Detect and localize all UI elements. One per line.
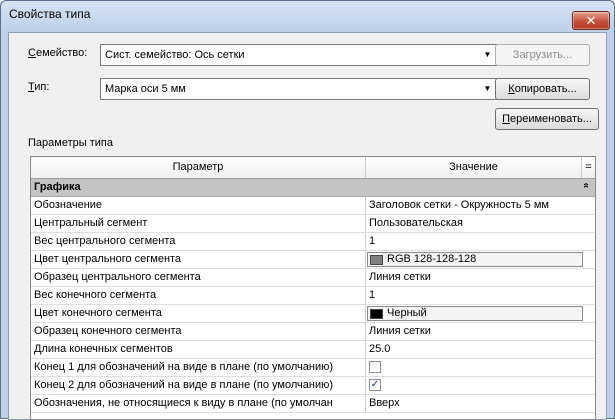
- type-properties-dialog: Свойства типа ✕ Семейство: Сист. семейст…: [0, 0, 615, 420]
- type-parameters-title: Параметры типа: [28, 137, 113, 149]
- color-button[interactable]: Черный: [367, 306, 583, 321]
- table-row[interactable]: Конец 1 для обозначений на виде в плане …: [31, 359, 595, 377]
- chevron-down-icon: ▼: [483, 50, 492, 59]
- end2-checkbox[interactable]: ✓: [369, 379, 381, 391]
- param-value[interactable]: Заголовок сетки - Окружность 5 мм: [366, 197, 595, 214]
- end1-checkbox[interactable]: [369, 361, 381, 373]
- table-row[interactable]: Конец 2 для обозначений на виде в плане …: [31, 377, 595, 395]
- table-row[interactable]: Образец конечного сегмента Линия сетки: [31, 323, 595, 341]
- parameters-grid: Параметр Значение = Графика » Обозначени…: [30, 156, 596, 420]
- param-value[interactable]: ✓: [366, 377, 595, 394]
- param-name: Образец центрального сегмента: [31, 269, 366, 286]
- param-name: Конец 2 для обозначений на виде в плане …: [31, 377, 366, 394]
- family-dropdown[interactable]: Сист. семейство: Ось сетки ▼: [100, 44, 497, 66]
- param-value[interactable]: 1: [366, 287, 595, 304]
- type-dropdown[interactable]: Марка оси 5 мм ▼: [100, 78, 497, 100]
- param-name: Цвет конечного сегмента: [31, 305, 366, 322]
- column-header-sort[interactable]: =: [582, 157, 595, 178]
- color-value: RGB 128-128-128: [387, 253, 477, 265]
- table-row[interactable]: Обозначения, не относящиеся к виду в пла…: [31, 395, 595, 413]
- section-graphics[interactable]: Графика »: [31, 179, 595, 197]
- table-row[interactable]: Длина конечных сегментов 25.0: [31, 341, 595, 359]
- title-bar[interactable]: Свойства типа ✕: [1, 1, 614, 31]
- color-value: Черный: [387, 307, 427, 319]
- param-name: Конец 1 для обозначений на виде в плане …: [31, 359, 366, 376]
- color-swatch: [370, 255, 383, 265]
- param-name: Цвет центрального сегмента: [31, 251, 366, 268]
- param-name: Вес конечного сегмента: [31, 287, 366, 304]
- param-value[interactable]: RGB 128-128-128: [366, 251, 595, 268]
- param-name: Обозначение: [31, 197, 366, 214]
- family-value: Сист. семейство: Ось сетки: [105, 49, 245, 61]
- column-header-parameter[interactable]: Параметр: [31, 157, 366, 178]
- section-title: Графика: [34, 181, 81, 193]
- load-button[interactable]: Загрузить...: [495, 44, 590, 66]
- color-swatch: [370, 309, 383, 319]
- family-label: Семейство:: [28, 47, 88, 59]
- table-row[interactable]: Образец центрального сегмента Линия сетк…: [31, 269, 595, 287]
- window-title: Свойства типа: [9, 7, 91, 21]
- color-button[interactable]: RGB 128-128-128: [367, 252, 583, 267]
- param-value[interactable]: Линия сетки: [366, 323, 595, 340]
- collapse-icon[interactable]: »: [581, 183, 592, 189]
- param-name: Вес центрального сегмента: [31, 233, 366, 250]
- table-row[interactable]: Вес центрального сегмента 1: [31, 233, 595, 251]
- table-row[interactable]: Обозначение Заголовок сетки - Окружность…: [31, 197, 595, 215]
- close-button[interactable]: ✕: [572, 11, 610, 30]
- param-value[interactable]: Вверх: [366, 395, 595, 412]
- table-row[interactable]: Цвет конечного сегмента Черный: [31, 305, 595, 323]
- param-name: Образец конечного сегмента: [31, 323, 366, 340]
- param-name: Длина конечных сегментов: [31, 341, 366, 358]
- copy-button[interactable]: Копировать...: [495, 78, 590, 100]
- param-value[interactable]: [366, 359, 595, 376]
- param-value[interactable]: Черный: [366, 305, 595, 322]
- table-row[interactable]: Цвет центрального сегмента RGB 128-128-1…: [31, 251, 595, 269]
- table-row[interactable]: Центральный сегмент Пользовательская: [31, 215, 595, 233]
- param-value[interactable]: Пользовательская: [366, 215, 595, 232]
- param-value[interactable]: 1: [366, 233, 595, 250]
- table-row[interactable]: Вес конечного сегмента 1: [31, 287, 595, 305]
- type-value: Марка оси 5 мм: [105, 83, 186, 95]
- param-value[interactable]: 25.0: [366, 341, 595, 358]
- chevron-down-icon: ▼: [483, 84, 492, 93]
- param-name: Центральный сегмент: [31, 215, 366, 232]
- column-header-value[interactable]: Значение: [366, 157, 582, 178]
- rename-button[interactable]: Переименовать...: [495, 108, 599, 130]
- checkmark-icon: ✓: [370, 379, 380, 390]
- grid-header: Параметр Значение =: [31, 157, 595, 179]
- param-value[interactable]: Линия сетки: [366, 269, 595, 286]
- type-label: Тип:: [28, 81, 50, 93]
- param-name: Обозначения, не относящиеся к виду в пла…: [31, 395, 366, 412]
